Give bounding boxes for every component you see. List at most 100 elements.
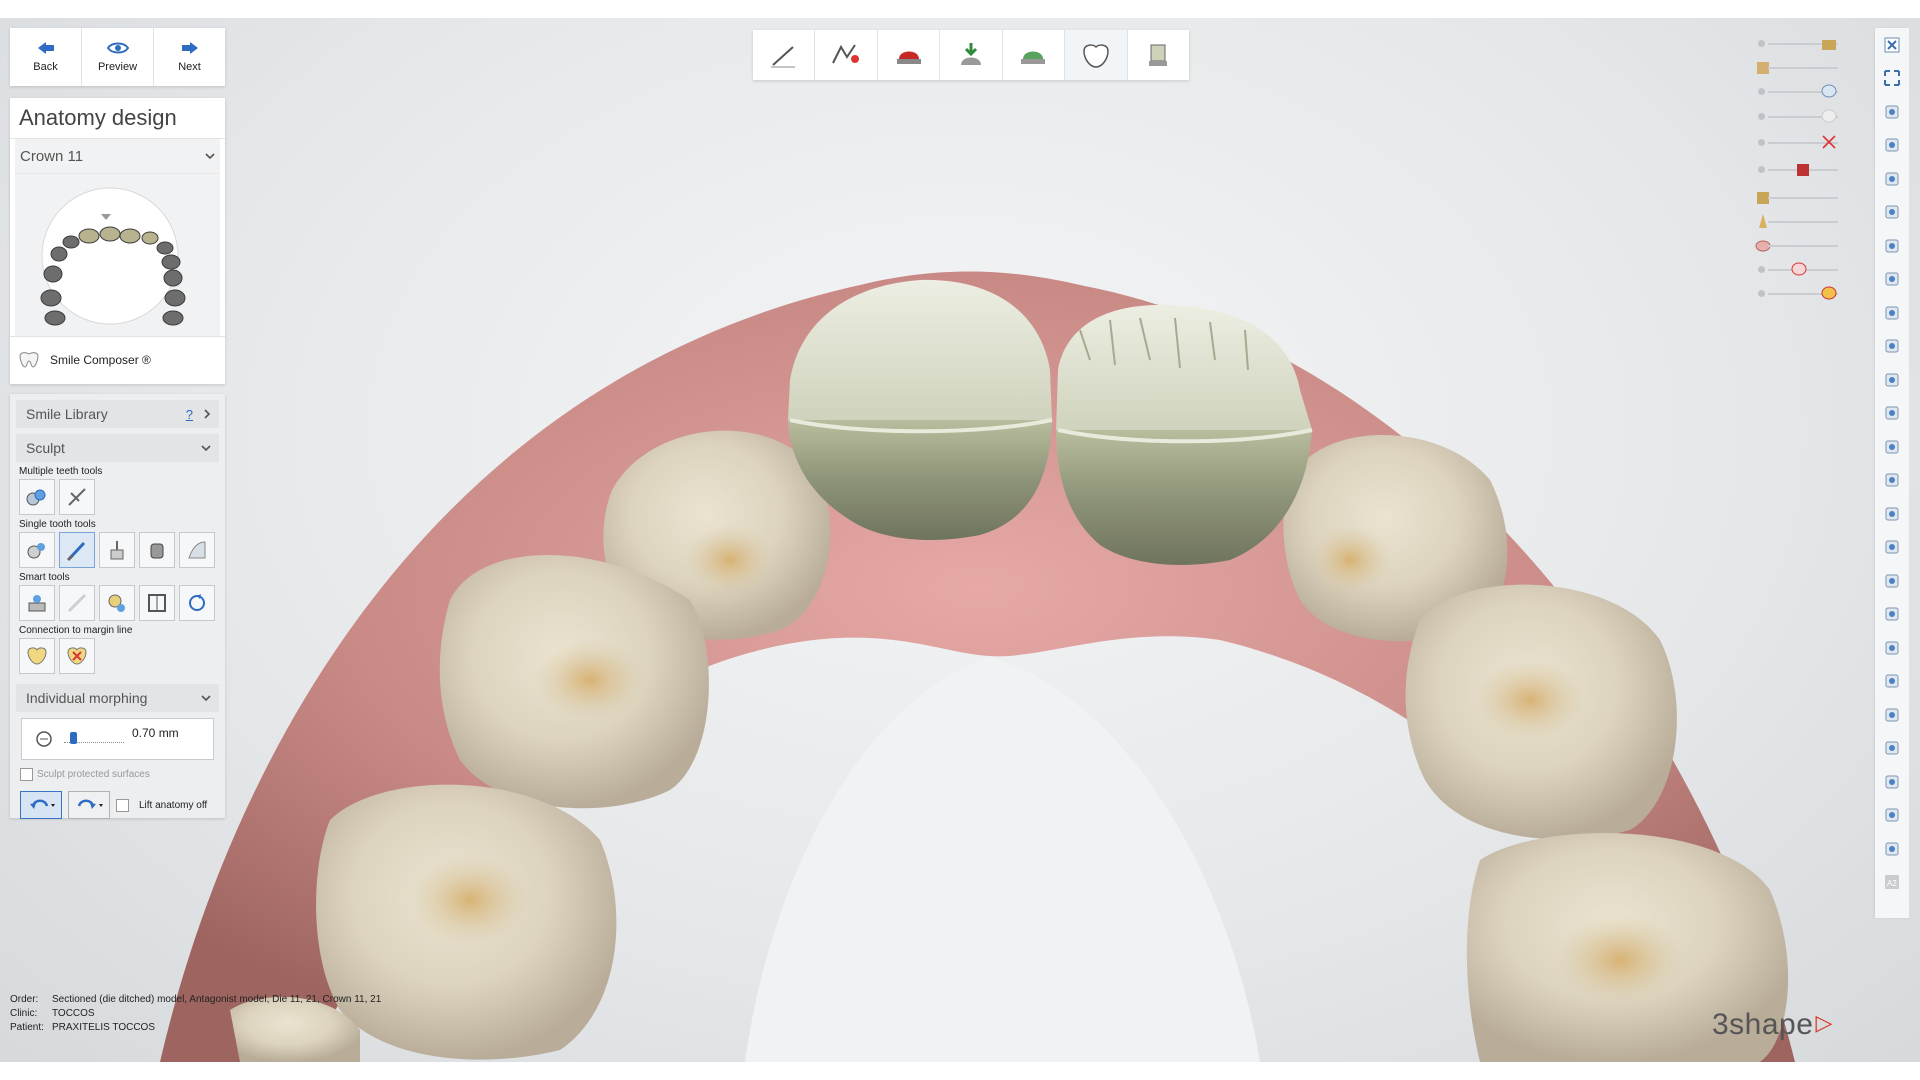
contact-tool-button[interactable] — [179, 532, 215, 568]
bottom-strip — [0, 1062, 1920, 1080]
individual-morphing-header[interactable]: Individual morphing — [16, 684, 219, 712]
visibility-slider[interactable] — [1758, 133, 1838, 153]
step-insertion[interactable] — [939, 30, 1001, 80]
tooth-outline-icon — [1821, 84, 1837, 98]
preview-label: Preview — [97, 61, 138, 73]
print-button[interactable] — [1875, 799, 1909, 833]
visibility-slider[interactable] — [1758, 34, 1838, 54]
smooth-tool-button[interactable] — [139, 532, 175, 568]
eye-icon — [106, 42, 129, 54]
step-post-processing[interactable] — [1126, 30, 1189, 80]
disconnect-margin-button[interactable] — [59, 638, 95, 674]
close-icon — [1884, 37, 1900, 53]
pen-tool-button[interactable] — [1875, 296, 1909, 330]
sculpt-label: Sculpt — [26, 440, 65, 456]
rotate-tooth-button[interactable] — [1875, 397, 1909, 431]
close-button[interactable] — [1875, 28, 1909, 62]
cross-section-button[interactable] — [1875, 732, 1909, 766]
lift-anatomy-label: Lift anatomy off — [139, 799, 208, 811]
next-button[interactable]: Next — [153, 28, 225, 86]
order-value: Sectioned (die ditched) model, Antagonis… — [52, 994, 382, 1005]
tooth-gear-icon — [108, 594, 125, 612]
smart-rotate-button[interactable] — [179, 585, 215, 621]
visibility-slider[interactable] — [1758, 212, 1838, 232]
sculpt-protected-checkbox[interactable] — [20, 768, 33, 781]
cube-button[interactable] — [1875, 698, 1909, 732]
sphere-button[interactable] — [1875, 665, 1909, 699]
disabled-tool-icon — [67, 593, 87, 613]
step-cement-gap[interactable] — [1001, 30, 1064, 80]
visibility-slider[interactable] — [1758, 160, 1838, 180]
smile-composer-button[interactable]: Smile Composer ® — [10, 336, 225, 383]
palate-opening — [745, 657, 1260, 1062]
workflow-toolbar — [753, 30, 1189, 80]
adapt-icon — [28, 595, 46, 612]
brush-icon — [66, 541, 86, 562]
undo-button[interactable] — [20, 791, 62, 819]
face-button[interactable] — [1875, 531, 1909, 565]
warning-icon — [1885, 574, 1899, 588]
slider-thumb[interactable] — [70, 731, 78, 744]
visibility-slider[interactable] — [1758, 260, 1838, 280]
tooth-smooth-icon — [150, 543, 164, 559]
smart-adapt-button[interactable] — [19, 585, 55, 621]
add-material-tool-button[interactable] — [99, 532, 135, 568]
undo-icon — [30, 799, 55, 809]
color-wheel-button[interactable] — [1875, 832, 1909, 866]
morph-radius-slider[interactable] — [64, 731, 124, 744]
warning-button[interactable] — [1875, 564, 1909, 598]
patient-key: Patient: — [10, 1022, 44, 1033]
visibility-slider[interactable] — [1758, 107, 1838, 127]
zoom-tooth-button[interactable] — [1875, 363, 1909, 397]
measure-button[interactable] — [1875, 765, 1909, 799]
sculpt-header[interactable]: Sculpt — [16, 434, 219, 462]
3d-viewport[interactable] — [0, 0, 1920, 1080]
section-icon — [148, 594, 166, 612]
single-move-tool-button[interactable] — [19, 532, 55, 568]
visibility-slider[interactable] — [1757, 188, 1838, 208]
visibility-slider[interactable] — [1758, 284, 1838, 304]
help-link[interactable]: ? — [186, 407, 193, 422]
ruler-button[interactable] — [1875, 464, 1909, 498]
navigation-bar: Back Preview Next — [10, 28, 225, 86]
visibility-slider[interactable] — [1755, 236, 1838, 256]
smile-library-header[interactable]: Smile Library ? — [16, 400, 219, 428]
checkbox-button[interactable] — [1875, 598, 1909, 632]
lift-anatomy-checkbox[interactable] — [116, 798, 129, 812]
smart-tooth-button[interactable] — [99, 585, 135, 621]
view-front-button[interactable] — [1875, 162, 1909, 196]
crown-dropdown[interactable]: Crown 11 — [15, 139, 220, 174]
step-margin-line[interactable] — [753, 30, 814, 80]
multi-move-tool-button[interactable] — [19, 479, 55, 515]
redo-button[interactable] — [68, 791, 110, 819]
multi-sculpt-tool-button[interactable] — [59, 479, 95, 515]
view-rotate-button[interactable] — [1875, 95, 1909, 129]
flask-button[interactable] — [1875, 430, 1909, 464]
step-die-preparation[interactable] — [814, 30, 876, 80]
cup-button[interactable] — [1875, 497, 1909, 531]
a2-shade-button[interactable]: A2 — [1875, 866, 1909, 900]
step-coping[interactable] — [876, 30, 939, 80]
crown-red-icon — [1791, 262, 1807, 276]
preview-button[interactable]: Preview — [81, 28, 153, 86]
pencil-tool-button[interactable] — [1875, 330, 1909, 364]
graduate-cap-button[interactable] — [1875, 129, 1909, 163]
sculpt-brush-tool-button[interactable] — [59, 532, 95, 568]
chevron-right-icon — [204, 409, 211, 419]
tooth-chart[interactable] — [15, 174, 220, 336]
smart-section-button[interactable] — [139, 585, 175, 621]
fullscreen-button[interactable] — [1875, 62, 1909, 96]
right-teeth — [1283, 435, 1789, 1062]
model-icon — [1822, 40, 1836, 50]
camera-button[interactable] — [1875, 631, 1909, 665]
view-right-button[interactable] — [1875, 229, 1909, 263]
visibility-slider[interactable] — [1758, 82, 1838, 102]
visibility-slider[interactable] — [1757, 58, 1838, 78]
insertion-direction-icon — [960, 43, 981, 65]
connect-margin-button[interactable] — [19, 638, 55, 674]
view-left-button[interactable] — [1875, 196, 1909, 230]
view-top-button[interactable] — [1875, 263, 1909, 297]
step-anatomy-design[interactable] — [1064, 30, 1127, 80]
smart-disabled-button[interactable] — [59, 585, 95, 621]
back-button[interactable]: Back — [10, 28, 81, 86]
